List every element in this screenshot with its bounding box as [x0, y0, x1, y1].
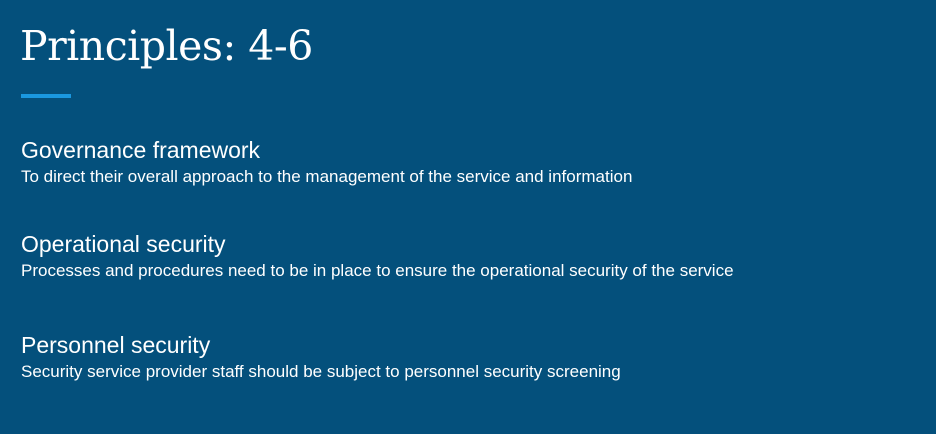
- principle-heading: Operational security: [21, 231, 226, 257]
- principle-description: Processes and procedures need to be in p…: [21, 261, 734, 280]
- principle-heading: Personnel security: [21, 332, 211, 358]
- principle-operational-security: Operational security Processes and proce…: [21, 230, 734, 282]
- title-underline-divider: [21, 94, 71, 98]
- principle-heading: Governance framework: [21, 137, 261, 163]
- slide: Principles: 4-6 Governance framework To …: [0, 0, 936, 434]
- slide-title: Principles: 4-6: [20, 22, 313, 70]
- principle-description: Security service provider staff should b…: [21, 362, 621, 381]
- principle-description: To direct their overall approach to the …: [21, 167, 633, 186]
- principle-personnel-security: Personnel security Security service prov…: [21, 331, 621, 383]
- principle-governance-framework: Governance framework To direct their ove…: [21, 136, 632, 188]
